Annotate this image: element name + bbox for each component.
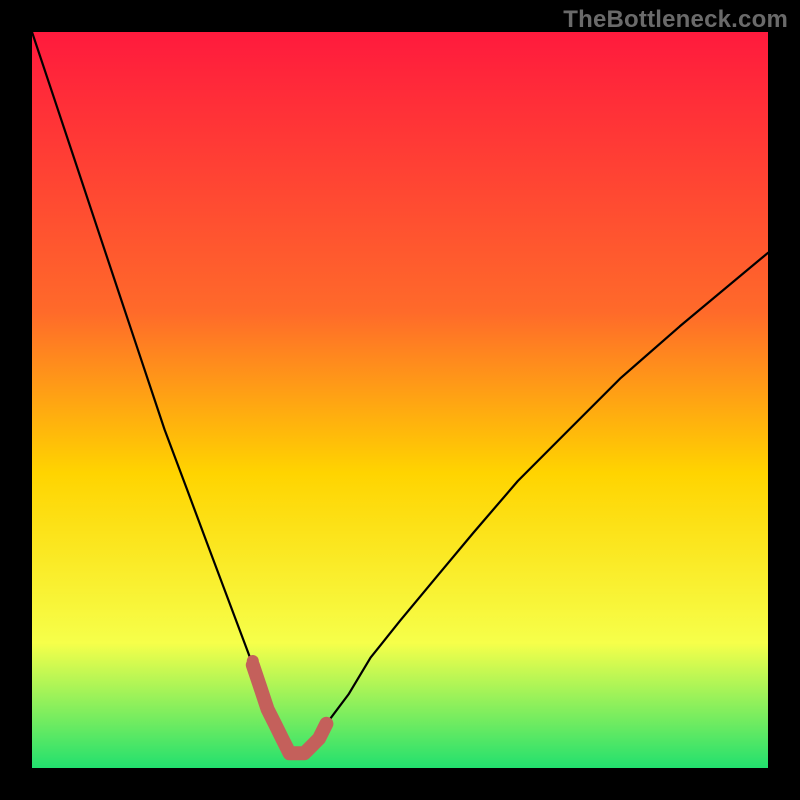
plot-svg	[32, 32, 768, 768]
gradient-background	[32, 32, 768, 768]
plot-area	[32, 32, 768, 768]
chart-frame: TheBottleneck.com	[0, 0, 800, 800]
watermark-text: TheBottleneck.com	[563, 6, 788, 34]
